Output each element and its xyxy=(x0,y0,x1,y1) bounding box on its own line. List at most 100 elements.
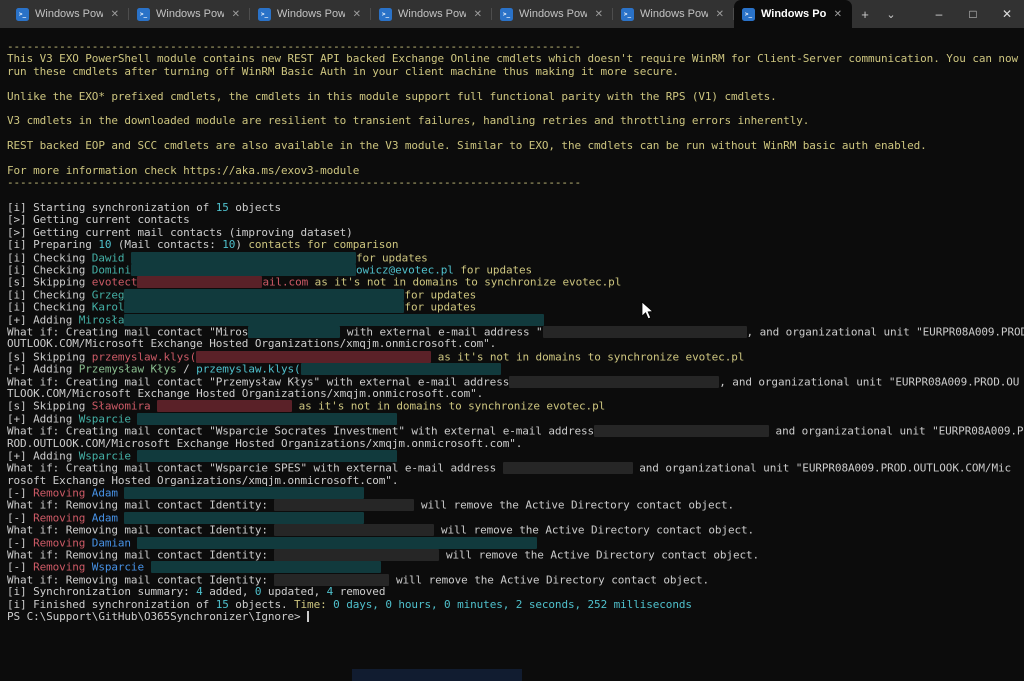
powershell-icon: >_ xyxy=(258,8,271,21)
terminal-text: as it's not in domains to synchronize ev… xyxy=(438,350,745,363)
terminal[interactable]: ----------------------------------------… xyxy=(0,28,1024,681)
terminal-text: For more information check https://aka.m… xyxy=(7,164,359,177)
terminal-text: What if: Removing mail contact Identity: xyxy=(7,524,274,537)
terminal-text: objects xyxy=(229,201,281,214)
redacted-text xyxy=(124,301,404,313)
terminal-text: V3 cmdlets in the downloaded module are … xyxy=(7,114,809,127)
new-tab-button[interactable]: + xyxy=(852,0,878,28)
terminal-text: and organizational unit "EURPR08A009.PRO… xyxy=(633,462,1011,475)
tab-title: Windows PowerShe xyxy=(519,8,587,20)
terminal-text: 10 xyxy=(98,238,111,251)
terminal-line: [-] Removing Adam xyxy=(7,487,1024,499)
tab-close-icon[interactable]: ✕ xyxy=(109,8,121,21)
terminal-text: [+] Adding xyxy=(7,363,79,376)
terminal-text: evotect xyxy=(92,276,138,289)
terminal-text: Removing xyxy=(33,561,92,574)
terminal-text: [i] Finished synchronization of xyxy=(7,598,216,611)
tab-close-icon[interactable]: ✕ xyxy=(714,8,726,21)
terminal-text: Damian xyxy=(92,536,138,549)
terminal-text: updated, xyxy=(261,585,326,598)
terminal-line: What if: Removing mail contact Identity:… xyxy=(7,549,1024,561)
terminal-text: Przemysław Kłys xyxy=(79,363,177,376)
terminal-line: PS C:\Support\GitHub\O365Synchronizer\Ig… xyxy=(7,611,1024,623)
terminal-text: [>] Getting current contacts xyxy=(7,213,190,226)
powershell-icon: >_ xyxy=(621,8,634,21)
terminal-text: [-] xyxy=(7,561,33,574)
terminal-text: 15 xyxy=(216,201,229,214)
tab-close-icon[interactable]: ✕ xyxy=(351,8,363,21)
terminal-text: 10 xyxy=(222,238,235,251)
terminal-text: Wsparcie xyxy=(92,561,151,574)
terminal-text: for updates xyxy=(404,301,476,314)
mouse-cursor xyxy=(641,301,654,320)
terminal-text: 0 days, 0 hours, 0 minutes, 2 seconds, 2… xyxy=(333,598,692,611)
terminal-text: (Mail contacts: xyxy=(111,238,222,251)
terminal-text: owicz@evotec.pl xyxy=(356,264,454,277)
terminal-text: Grzeg xyxy=(92,288,125,301)
minimize-button[interactable]: – xyxy=(922,0,956,28)
tab-close-icon[interactable]: ✕ xyxy=(472,8,484,21)
tab-title: Windows PowerShe xyxy=(35,8,103,20)
terminal-text: [+] Adding xyxy=(7,449,79,462)
terminal-text: ail.com xyxy=(262,276,308,289)
terminal-line: [i] Checking Karol for updates xyxy=(7,301,1024,313)
tab-windows-powershell-7[interactable]: >_Windows PowerShe✕ xyxy=(734,0,852,28)
terminal-text: [+] Adding xyxy=(7,412,79,425)
terminal-text: This V3 EXO PowerShell module contains n… xyxy=(7,52,1018,65)
terminal-text: TLOOK.COM/Microsoft Exchange Hosted Orga… xyxy=(7,387,483,400)
tab-windows-powershell-1[interactable]: >_Windows PowerShe✕ xyxy=(8,0,129,28)
terminal-text: Adam xyxy=(92,511,125,524)
redacted-text xyxy=(509,376,719,388)
terminal-line: [s] Skipping przemyslaw.klys( as it's no… xyxy=(7,351,1024,363)
tab-close-icon[interactable]: ✕ xyxy=(832,8,844,21)
terminal-text: Adam xyxy=(92,487,125,500)
redacted-text xyxy=(124,487,364,499)
terminal-text: [i] Checking xyxy=(7,251,92,264)
terminal-text: rosoft Exchange Hosted Organizations/xmq… xyxy=(7,474,398,487)
terminal-line: rosoft Exchange Hosted Organizations/xmq… xyxy=(7,475,1024,487)
terminal-line: [+] Adding Wsparcie xyxy=(7,413,1024,425)
tab-windows-powershell-4[interactable]: >_Windows PowerShe✕ xyxy=(371,0,492,28)
terminal-line: [i] Checking Dawid for updates xyxy=(7,252,1024,264)
tab-windows-powershell-3[interactable]: >_Windows PowerShe✕ xyxy=(250,0,371,28)
tab-close-icon[interactable]: ✕ xyxy=(593,8,605,21)
terminal-text: as it's not in domains to synchronize ev… xyxy=(299,400,606,413)
redacted-text xyxy=(157,400,292,412)
maximize-button[interactable]: □ xyxy=(956,0,990,28)
redacted-text xyxy=(274,549,439,561)
terminal-text: ----------------------------------------… xyxy=(7,176,581,189)
terminal-text: What if: Removing mail contact Identity: xyxy=(7,499,274,512)
tab-dropdown-button[interactable]: ⌄ xyxy=(878,0,904,28)
terminal-line: [i] Checking Dominiowicz@evotec.pl for u… xyxy=(7,264,1024,276)
tab-windows-powershell-5[interactable]: >_ Windows PowerShe ✕ xyxy=(492,0,613,28)
terminal-text: Wsparcie xyxy=(79,412,138,425)
terminal-text: Karol xyxy=(92,301,125,314)
terminal-text: [i] Checking xyxy=(7,301,92,314)
tab-windows-powershell-2[interactable]: >_Windows PowerShe✕ xyxy=(129,0,250,28)
tab-windows-powershell-6[interactable]: >_Windows PowerShe✕ xyxy=(613,0,734,28)
terminal-text: Domini xyxy=(92,264,131,277)
terminal-line: [s] Skipping Sławomira as it's not in do… xyxy=(7,400,1024,412)
terminal-line: REST backed EOP and SCC cmdlets are also… xyxy=(7,140,1024,152)
tab-close-icon[interactable]: ✕ xyxy=(230,8,242,21)
terminal-text: Wsparcie xyxy=(79,449,138,462)
terminal-text: objects. xyxy=(229,598,294,611)
terminal-line: [+] Adding Mirosła xyxy=(7,314,1024,326)
terminal-line: ROD.OUTLOOK.COM/Microsoft Exchange Hoste… xyxy=(7,438,1024,450)
powershell-icon: >_ xyxy=(500,8,513,21)
terminal-text: , and organizational unit "EURPR08A009.P… xyxy=(719,375,1019,388)
terminal-line: [-] Removing Wsparcie xyxy=(7,561,1024,573)
powershell-icon: >_ xyxy=(379,8,392,21)
terminal-text: [i] Synchronization summary: xyxy=(7,585,196,598)
terminal-text: ROD.OUTLOOK.COM/Microsoft Exchange Hoste… xyxy=(7,437,522,450)
close-button[interactable]: ✕ xyxy=(990,0,1024,28)
terminal-text: What if: Removing mail contact Identity: xyxy=(7,549,274,562)
terminal-line: V3 cmdlets in the downloaded module are … xyxy=(7,115,1024,127)
redacted-text xyxy=(248,326,340,338)
terminal-text: [s] Skipping xyxy=(7,276,92,289)
redacted-text xyxy=(131,264,356,276)
terminal-text: [-] xyxy=(7,487,33,500)
terminal-text: Removing xyxy=(33,536,92,549)
terminal-text: , and organizational unit "EURPR08A009.P… xyxy=(747,325,1024,338)
terminal-text: przemyslaw.klys( xyxy=(92,350,196,363)
